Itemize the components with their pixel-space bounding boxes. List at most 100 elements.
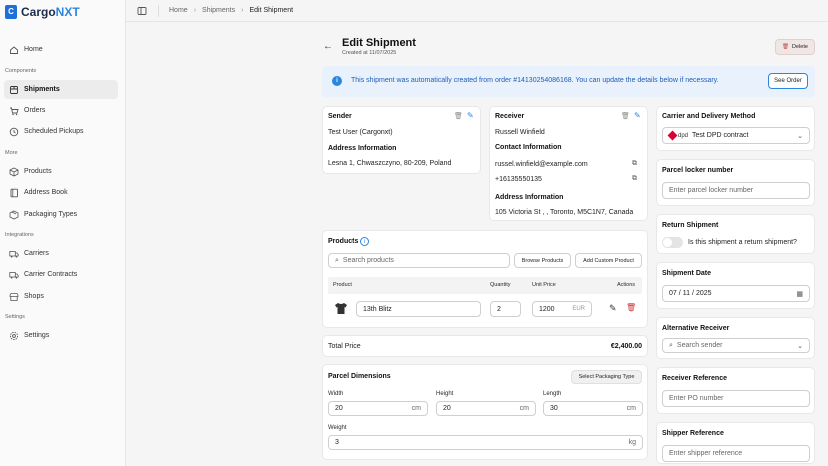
col-unit-price: Unit Price xyxy=(532,282,556,288)
product-name-input[interactable]: 13th Blitz xyxy=(356,301,481,317)
info-banner: i This shipment was automatically create… xyxy=(322,66,815,97)
arrow-left-icon[interactable]: ← xyxy=(323,41,333,52)
chevron-down-icon: ⌄ xyxy=(797,132,803,140)
tshirt-icon xyxy=(334,302,348,317)
book-icon xyxy=(9,188,19,198)
delete-button[interactable]: 🗑 Delete xyxy=(775,39,815,55)
logo-icon: C xyxy=(5,5,17,19)
home-icon xyxy=(9,45,19,55)
search-icon: ⌕ xyxy=(669,341,673,349)
sidebar-item-scheduled-pickups[interactable]: Scheduled Pickups xyxy=(4,122,118,141)
total-price-value: €2,400.00 xyxy=(610,343,642,350)
receiver-email: russel.winfield@example.com xyxy=(495,161,588,168)
receiver-contact-title: Contact Information xyxy=(495,144,562,151)
pencil-icon[interactable]: ✎ xyxy=(634,111,641,120)
calendar-icon[interactable]: ▦ xyxy=(796,290,803,298)
sidebar-item-label: Scheduled Pickups xyxy=(24,128,84,135)
box-icon xyxy=(9,167,19,177)
trash-icon[interactable]: 🗑 xyxy=(454,112,463,120)
sender-address: Lesna 1, Chwaszczyno, 80-209, Poland xyxy=(328,160,452,167)
chevron-right-icon: › xyxy=(241,7,244,14)
total-price-label: Total Price xyxy=(328,343,361,350)
weight-label: Weight xyxy=(328,425,347,431)
app-logo[interactable]: C CargoNXT xyxy=(5,5,80,19)
sidebar-item-home[interactable]: Home xyxy=(4,40,118,59)
sidebar-item-address-book[interactable]: Address Book xyxy=(4,183,118,202)
length-label: Length xyxy=(543,391,562,397)
add-custom-product-button[interactable]: Add Custom Product xyxy=(575,253,642,268)
see-order-button[interactable]: See Order xyxy=(768,73,808,89)
width-label: Width xyxy=(328,391,344,397)
breadcrumb-shipments[interactable]: Shipments xyxy=(202,7,235,14)
sidebar-item-packaging-types[interactable]: Packaging Types xyxy=(4,205,118,224)
width-input[interactable]: 20 cm xyxy=(328,401,428,416)
logo-text: CargoNXT xyxy=(21,5,80,19)
height-label: Height xyxy=(436,391,454,397)
dpd-logo-icon: dpd xyxy=(667,130,688,141)
weight-input[interactable]: 3 kg xyxy=(328,435,643,450)
carrier-select[interactable]: dpd Test DPD contract ⌄ xyxy=(662,127,810,144)
parcel-locker-input[interactable]: Enter parcel locker number xyxy=(662,182,810,199)
select-packaging-button[interactable]: Select Packaging Type xyxy=(571,370,642,384)
cart-icon xyxy=(9,106,19,116)
height-input[interactable]: 20 cm xyxy=(436,401,536,416)
browse-products-button[interactable]: Browse Products xyxy=(514,253,571,268)
breadcrumb-home[interactable]: Home xyxy=(169,7,188,14)
shipment-date-input[interactable]: 07/11/2025 ▦ xyxy=(662,285,810,302)
info-icon[interactable]: i xyxy=(360,237,369,246)
product-quantity-input[interactable]: 2 xyxy=(490,301,521,317)
chevron-right-icon: › xyxy=(193,7,197,14)
copy-icon[interactable]: ⧉ xyxy=(632,160,637,168)
trash-icon: 🗑 xyxy=(782,44,790,50)
receiver-title: Receiver xyxy=(495,113,525,120)
products-table-header: Product Quantity Unit Price Actions xyxy=(328,277,642,294)
parcel-locker-panel: Parcel locker number Enter parcel locker… xyxy=(656,159,815,206)
product-price-input[interactable]: 1200 EUR xyxy=(532,301,592,317)
sidebar-item-label: Carriers xyxy=(24,250,49,257)
receiver-phone: +16135550135 xyxy=(495,176,542,183)
search-icon: ⌕ xyxy=(335,256,339,264)
alternative-receiver-panel: Alternative Receiver ⌕ Search sender ⌄ xyxy=(656,317,815,359)
store-icon xyxy=(9,292,19,302)
locker-title: Parcel locker number xyxy=(662,167,734,174)
shipper-reference-input[interactable]: Enter shipper reference xyxy=(662,445,810,462)
chevron-down-icon: ⌄ xyxy=(797,342,803,350)
carrier-panel: Carrier and Delivery Method dpd Test DPD… xyxy=(656,106,815,151)
copy-icon[interactable]: ⧉ xyxy=(632,175,637,183)
product-search-input[interactable]: ⌕ Search products xyxy=(328,253,510,268)
return-shipment-panel: Return Shipment Is this shipment a retur… xyxy=(656,214,815,254)
sidebar-item-label: Address Book xyxy=(24,189,68,196)
pencil-icon[interactable]: ✎ xyxy=(609,303,617,314)
sidebar-item-label: Settings xyxy=(24,332,50,339)
sidebar-item-products[interactable]: Products xyxy=(4,162,118,181)
trash-icon[interactable]: 🗑 xyxy=(626,303,636,312)
truck-contract-icon xyxy=(9,270,19,280)
receiver-reference-input[interactable]: Enter PO number xyxy=(662,390,810,407)
sidebar-item-orders[interactable]: Orders xyxy=(4,101,118,120)
sidebar-toggle-icon[interactable] xyxy=(136,5,148,17)
sidebar-item-shops[interactable]: Shops xyxy=(4,287,118,306)
shipment-date-panel: Shipment Date 07/11/2025 ▦ xyxy=(656,262,815,309)
receiver-address-title: Address Information xyxy=(495,194,564,201)
col-actions: Actions xyxy=(617,282,636,288)
trash-icon[interactable]: 🗑 xyxy=(621,112,630,120)
sidebar-item-settings[interactable]: Settings xyxy=(4,326,118,345)
products-title: Products xyxy=(328,238,359,245)
alternative-receiver-select[interactable]: ⌕ Search sender ⌄ xyxy=(662,338,810,353)
gear-icon xyxy=(9,331,19,341)
sidebar-item-label: Shipments xyxy=(24,86,60,93)
sidebar-item-carriers[interactable]: Carriers xyxy=(4,244,118,263)
receiver-panel: Receiver 🗑 ✎ Russell Winfield Contact In… xyxy=(489,106,648,221)
return-shipment-toggle[interactable] xyxy=(662,237,683,248)
clock-icon xyxy=(9,127,19,137)
topbar: Home › Shipments › Edit Shipment xyxy=(126,0,828,22)
pencil-icon[interactable]: ✎ xyxy=(467,111,474,120)
sidebar-item-carrier-contracts[interactable]: Carrier Contracts xyxy=(4,265,118,284)
receiver-reference-panel: Receiver Reference Enter PO number xyxy=(656,367,815,414)
sidebar-item-shipments[interactable]: Shipments xyxy=(4,80,118,99)
created-date: Created at 11/07/2025 xyxy=(342,50,397,56)
breadcrumb-current: Edit Shipment xyxy=(249,7,294,14)
truck-icon xyxy=(9,249,19,259)
length-input[interactable]: 30 cm xyxy=(543,401,643,416)
dimensions-title: Parcel Dimensions xyxy=(328,373,391,380)
